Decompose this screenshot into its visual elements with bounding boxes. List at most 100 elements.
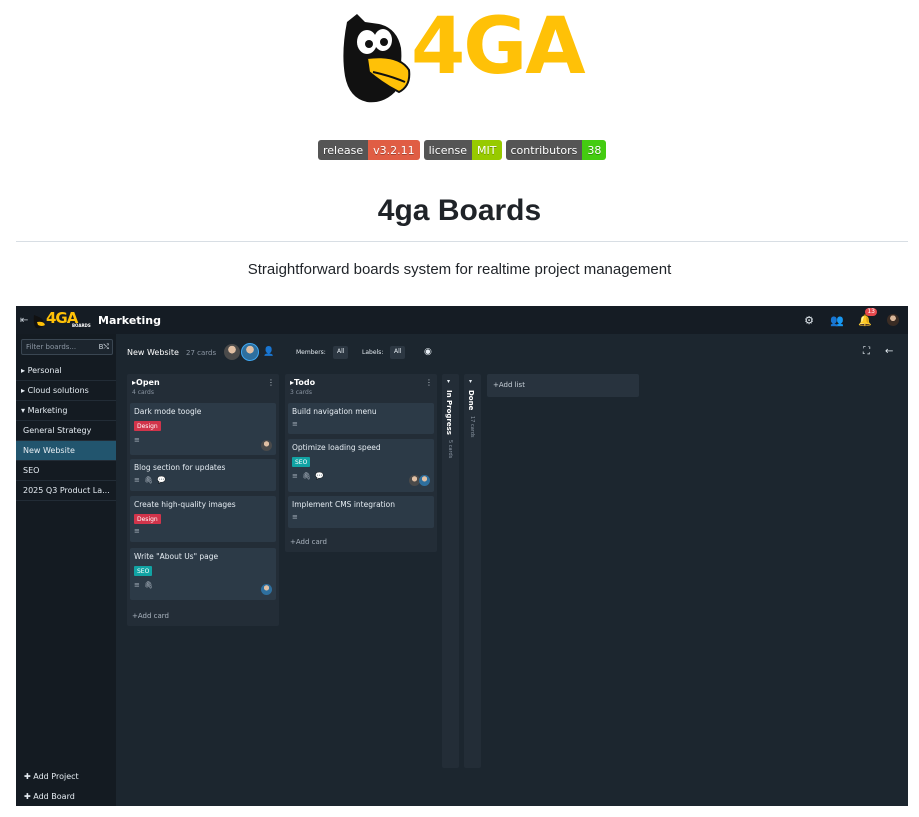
card-title: Dark mode toogle [134, 407, 202, 416]
card[interactable]: Dark mode toogle Design ≡ [130, 403, 276, 455]
description-icon: ≡ [134, 436, 141, 444]
crow-mascot-icon [33, 315, 45, 329]
notification-count: 13 [865, 308, 877, 316]
card[interactable]: Implement CMS integration ≡ [288, 496, 434, 528]
collapse-sidebar-icon[interactable]: ⇤ [20, 315, 28, 326]
list-open: ▸Open 4 cards ⋮ Dark mode toogle Design … [127, 374, 279, 626]
notifications-icon[interactable]: 🔔 13 [858, 308, 877, 327]
card[interactable]: Optimize loading speed SEO ≡ 🖇 💬 [288, 439, 434, 492]
sidebar-item-label: 2025 Q3 Product La... [23, 486, 110, 495]
plus-icon: ✚ [24, 792, 34, 801]
list-title[interactable]: ▸Todo [290, 378, 315, 387]
users-icon[interactable]: 👥 [830, 313, 844, 327]
member-avatar[interactable] [223, 343, 241, 361]
label-chip: Design [134, 421, 161, 431]
add-member-icon[interactable]: 👤 [263, 347, 274, 357]
list-title: Done [467, 390, 475, 411]
app-screenshot: ⇤ 4GA BOARDS Marketing ⚙ 👥 🔔 13 Filter bo… [16, 306, 908, 806]
project-title: Marketing [98, 314, 162, 327]
topbar-icons: ⚙ 👥 🔔 13 [802, 308, 900, 327]
sidebar-item-label: New Website [23, 446, 75, 455]
list-title[interactable]: ▸Open [132, 378, 160, 387]
card[interactable]: Write "About Us" page SEO ≡ 🖇 [130, 548, 276, 600]
settings-icon[interactable]: ⚙ [802, 313, 816, 327]
add-card-button[interactable]: +Add card [132, 612, 169, 620]
list-count: 3 cards [290, 389, 312, 396]
user-avatar[interactable] [886, 313, 900, 327]
sidebar-item-label: Personal [27, 366, 62, 375]
badge-label: release [318, 140, 369, 160]
release-badge[interactable]: release v3.2.11 [318, 140, 420, 160]
sidebar-item-marketing[interactable]: ▾ Marketing [16, 401, 116, 421]
app-logo[interactable]: 4GA BOARDS [32, 309, 91, 330]
card-title: Create high-quality images [134, 500, 236, 509]
list-menu-icon[interactable]: ⋮ [425, 378, 433, 387]
board-name: New Website [127, 348, 179, 357]
4ga-logo: 4GA [339, 8, 586, 106]
back-arrow-icon[interactable]: ← [885, 346, 893, 357]
list-count: 4 cards [132, 389, 154, 396]
list-todo: ▸Todo 3 cards ⋮ Build navigation menu ≡ … [285, 374, 437, 552]
expand-icon: ▸ [21, 366, 26, 375]
board-card-count: 27 cards [186, 349, 217, 357]
sidebar-item-label: Cloud solutions [27, 386, 89, 395]
sidebar-item-cloud-solutions[interactable]: ▸ Cloud solutions [16, 381, 116, 401]
description-icon: ≡ [292, 513, 299, 521]
app-topbar: ⇤ 4GA BOARDS Marketing ⚙ 👥 🔔 13 [16, 306, 908, 334]
description-icon: ≡ [292, 420, 299, 428]
label-chip: SEO [134, 566, 153, 576]
license-badge[interactable]: license MIT [423, 140, 502, 160]
fullscreen-icon[interactable]: ⛶ [863, 346, 870, 357]
list-done-collapsed[interactable]: ▾ Done 17 cards [464, 374, 481, 768]
page-title: 4ga Boards [377, 194, 542, 227]
list-in-progress-collapsed[interactable]: ▾ In Progress 5 cards [442, 374, 459, 768]
card[interactable]: Build navigation menu ≡ [288, 403, 434, 434]
member-avatar[interactable] [241, 343, 259, 361]
card-title: Build navigation menu [292, 407, 377, 416]
card[interactable]: Create high-quality images Design ≡ [130, 496, 276, 542]
sidebar: Filter boards... B⤭ ▸ Personal ▸ Cloud s… [16, 334, 116, 806]
crow-mascot-icon [343, 14, 411, 103]
add-card-button[interactable]: +Add card [290, 538, 327, 546]
list-menu-icon[interactable]: ⋮ [267, 378, 275, 387]
badge-label: contributors [505, 140, 583, 160]
list-count: 17 cards [469, 416, 475, 438]
sidebar-item-general-strategy[interactable]: General Strategy [16, 421, 116, 441]
description-icon: ≡ [134, 527, 141, 535]
sidebar-item-personal[interactable]: ▸ Personal [16, 361, 116, 381]
badge-value: v3.2.11 [368, 140, 420, 160]
contributors-badge[interactable]: contributors 38 [505, 140, 607, 160]
label-chip: Design [134, 514, 161, 524]
card-title: Write "About Us" page [134, 552, 219, 561]
sidebar-item-seo[interactable]: SEO [16, 461, 116, 481]
filter-actions-icon[interactable]: B⤭ [99, 343, 109, 352]
add-board-button[interactable]: ✚ Add Board [24, 792, 75, 801]
labels-filter-label: Labels: [362, 349, 384, 356]
sidebar-item-label: General Strategy [23, 426, 92, 435]
sidebar-item-2025-q3[interactable]: 2025 Q3 Product La... [16, 481, 116, 501]
expand-icon: ▾ [447, 378, 451, 385]
card[interactable]: Blog section for updates ≡ 🖇 💬 [130, 459, 276, 491]
logo-wordmark: 4GA [411, 2, 586, 92]
labels-filter-select[interactable]: All [390, 346, 406, 359]
card-badges-icons: ≡ 🖇 [134, 581, 154, 589]
card-title: Blog section for updates [134, 463, 226, 472]
sidebar-item-new-website[interactable]: New Website [16, 441, 116, 461]
add-project-label: Add Project [33, 772, 79, 781]
page-subtitle: Straightforward boards system for realti… [247, 261, 672, 278]
collapse-icon: ▾ [21, 406, 26, 415]
badge-value: 38 [582, 140, 607, 160]
list-count: 5 cards [447, 440, 453, 459]
card-member-avatar [419, 475, 430, 486]
sidebar-item-label: Marketing [27, 406, 68, 415]
github-icon[interactable]: ◉ [424, 347, 432, 357]
badge-value: MIT [472, 140, 502, 160]
members-filter-select[interactable]: All [333, 346, 349, 359]
filter-boards-input[interactable]: Filter boards... B⤭ [21, 339, 113, 355]
expand-icon: ▸ [21, 386, 26, 395]
add-list-button[interactable]: +Add list [487, 374, 639, 397]
add-project-button[interactable]: ✚ Add Project [24, 772, 79, 781]
plus-icon: ✚ [24, 772, 34, 781]
card-title: Implement CMS integration [292, 500, 396, 509]
avatar [887, 314, 899, 326]
